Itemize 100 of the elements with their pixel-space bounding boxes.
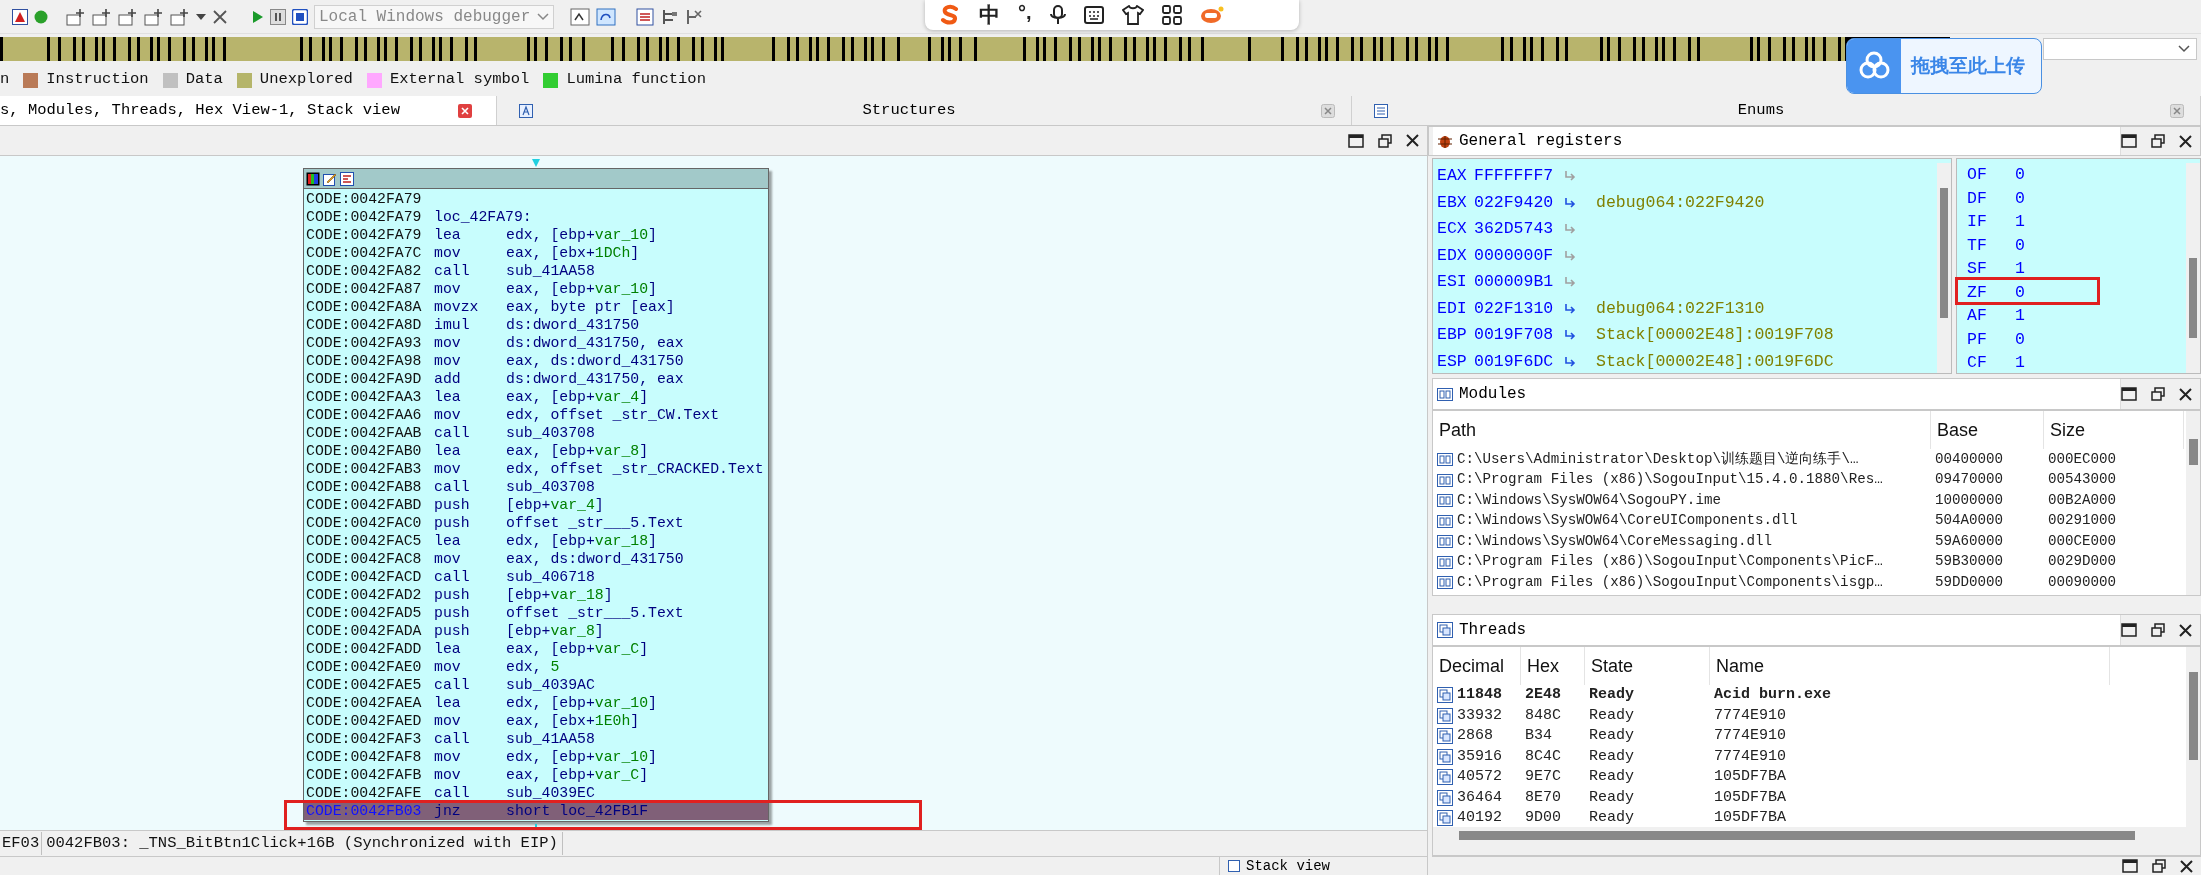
disassembly-line[interactable]: CODE:0042FAEA lea edx, [ebp+var_10] (304, 694, 768, 712)
flag-value[interactable]: 0 (2015, 163, 2025, 187)
disassembly-line[interactable]: CODE:0042FADD lea eax, [ebp+var_C] (304, 640, 768, 658)
disassembly-line[interactable]: CODE:0042FAC0 push offset _str___5.Text (304, 514, 768, 532)
disassembly-line[interactable]: CODE:0042FA79 lea edx, [ebp+var_10] (304, 226, 768, 244)
register-value[interactable]: 362D5743 (1474, 216, 1562, 243)
column-header[interactable]: Hex (1521, 647, 1585, 685)
disassembly-line[interactable]: CODE:0042FAFB mov eax, [ebp+var_C] (304, 766, 768, 784)
disassembly-line[interactable]: CODE:0042FA87 mov eax, [ebp+var_10] (304, 280, 768, 298)
disassembly-line[interactable]: CODE:0042FAED mov eax, [ebx+1E0h] (304, 712, 768, 730)
disassembly-line[interactable]: CODE:0042FADA push [ebp+var_8] (304, 622, 768, 640)
register-value[interactable]: 0019F708 (1474, 322, 1562, 349)
close-icon[interactable] (2180, 859, 2193, 873)
disassembly-line[interactable]: CODE:0042FAC8 mov eax, ds:dword_431750 (304, 550, 768, 568)
disassembly-line[interactable]: CODE:0042FA8D imul ds:dword_431750 (304, 316, 768, 334)
restore-icon[interactable] (2151, 623, 2165, 637)
close-icon[interactable] (2179, 623, 2192, 637)
scrollbar-thumb[interactable] (2189, 439, 2198, 465)
disassembly-line[interactable]: CODE:0042FA9D add ds:dword_431750, eax (304, 370, 768, 388)
flag-value[interactable]: 0 (2015, 186, 2025, 210)
disassembly-line[interactable]: CODE:0042FAA3 lea eax, [ebp+var_4] (304, 388, 768, 406)
input-mode-toggle[interactable]: 中 (979, 0, 1000, 31)
step-icon[interactable] (570, 7, 590, 26)
warning-icon[interactable] (12, 8, 28, 25)
panel-tab[interactable]: s, Modules, Threads, Hex View-1, Stack view (0, 96, 497, 125)
register-target[interactable]: Stack[00002E48]:0019F708 (1596, 322, 1834, 349)
flag-value[interactable]: 1 (2015, 304, 2025, 328)
plus-icon[interactable] (92, 7, 112, 26)
register-value[interactable]: 000009B1 (1474, 269, 1562, 296)
disassembly-line[interactable]: CODE:0042FAD5 push offset _str___5.Text (304, 604, 768, 622)
scrollbar-thumb[interactable] (1459, 831, 2135, 840)
pencil-icon[interactable] (323, 171, 337, 186)
disassembly-line[interactable]: CODE:0042FAA6 mov edx, offset _str_CW.Text (304, 406, 768, 424)
column-header[interactable]: Size (2044, 411, 2184, 449)
column-header[interactable]: Decimal (1433, 647, 1521, 685)
close-icon[interactable] (1406, 134, 1419, 147)
register-target[interactable]: debug064:022F9420 (1596, 189, 1765, 216)
disassembly-line[interactable]: CODE:0042FA79 (304, 190, 768, 208)
jump-arrow-icon[interactable] (1564, 302, 1576, 315)
microphone-icon[interactable] (1049, 5, 1066, 25)
disassembly-line[interactable]: CODE:0042FAB3 mov edx, offset _str_CRACKED.Text (304, 460, 768, 478)
maximize-icon[interactable] (2121, 387, 2137, 401)
disassembly-line[interactable]: CODE:0042FAFE call sub_4039EC (304, 784, 768, 802)
play-icon[interactable] (250, 9, 264, 24)
palette-icon[interactable] (306, 171, 320, 186)
list-icon[interactable] (1374, 103, 1388, 118)
restore-icon[interactable] (1378, 133, 1392, 148)
disassembly-line[interactable]: CODE:0042FAF3 call sub_41AA58 (304, 730, 768, 748)
flag-value[interactable]: 1 (2015, 351, 2025, 375)
flag-value[interactable]: 1 (2015, 257, 2025, 281)
jump-arrow-icon[interactable] (1564, 355, 1576, 368)
disassembly-line[interactable]: CODE:0042FACD call sub_406718 (304, 568, 768, 586)
restore-icon[interactable] (2151, 134, 2165, 148)
disassembly-line[interactable]: CODE:0042FAF8 mov edx, [ebp+var_10] (304, 748, 768, 766)
disassembly-line[interactable]: CODE:0042FA82 call sub_41AA58 (304, 262, 768, 280)
register-value[interactable]: 022F9420 (1474, 189, 1562, 216)
register-value[interactable]: 0019F6DC (1474, 348, 1562, 375)
column-header[interactable]: Name (1710, 647, 2110, 685)
scrollbar-thumb[interactable] (2189, 672, 2198, 760)
jump-arrow-icon[interactable] (1564, 329, 1576, 342)
register-value[interactable]: FFFFFFF7 (1474, 163, 1562, 190)
step-over-icon[interactable] (596, 7, 616, 26)
flag-value[interactable]: 0 (2015, 327, 2025, 351)
plus-icon[interactable] (144, 7, 164, 26)
disassembly-line[interactable]: CODE:0042FAC5 lea edx, [ebp+var_18] (304, 532, 768, 550)
register-target[interactable]: debug064:022F1310 (1596, 295, 1765, 322)
scrollbar-thumb[interactable] (2189, 258, 2197, 338)
list-icon[interactable] (636, 7, 654, 26)
plus-icon[interactable] (66, 7, 86, 26)
close-icon[interactable] (2179, 387, 2192, 401)
disassembly-line[interactable]: CODE:0042FABD push [ebp+var_4] (304, 496, 768, 514)
letter-icon[interactable] (519, 103, 533, 118)
disassembly-line[interactable]: CODE:0042FAE5 call sub_4039AC (304, 676, 768, 694)
maximize-icon[interactable] (1348, 133, 1364, 148)
keyboard-icon[interactable] (1083, 6, 1104, 24)
disassembly-line[interactable]: CODE:0042FA79 loc_42FA79: (304, 208, 768, 226)
punctuation-toggle[interactable]: °, (1018, 0, 1032, 27)
unplug-icon[interactable] (684, 7, 702, 26)
disassembly-line[interactable]: CODE:0042FA93 mov ds:dword_431750, eax (304, 334, 768, 352)
plus-icon[interactable] (170, 7, 190, 26)
flag-value[interactable]: 0 (2015, 233, 2025, 257)
disassembly-line[interactable]: CODE:0042FAB0 lea eax, [ebp+var_8] (304, 442, 768, 460)
disassembly-line[interactable]: CODE:0042FA8A movzx eax, byte ptr [eax] (304, 298, 768, 316)
column-header[interactable]: State (1585, 647, 1710, 685)
disassembly-line[interactable]: CODE:0042FAD2 push [ebp+var_18] (304, 586, 768, 604)
column-header[interactable]: Base (1931, 411, 2044, 449)
disassembly-line[interactable]: CODE:0042FAB8 call sub_403708 (304, 478, 768, 496)
flag-value[interactable]: 1 (2015, 210, 2025, 234)
close-icon[interactable] (212, 8, 228, 25)
column-header[interactable]: Path (1433, 411, 1931, 449)
stop-icon[interactable] (292, 8, 308, 25)
disassembly-line[interactable]: CODE:0042FAAB call sub_403708 (304, 424, 768, 442)
plus-icon[interactable] (118, 7, 138, 26)
flag-value[interactable]: 0 (2015, 280, 2025, 304)
disassembly-line[interactable]: CODE:0042FA7C mov eax, [ebx+1DCh] (304, 244, 768, 262)
restore-icon[interactable] (2152, 859, 2166, 873)
grid-icon[interactable] (1161, 5, 1182, 25)
scrollbar-thumb[interactable] (1940, 188, 1948, 318)
disassembly-line[interactable]: CODE:0042FAE0 mov edx, 5 (304, 658, 768, 676)
disassembly-line[interactable]: CODE:0042FA98 mov eax, ds:dword_431750 (304, 352, 768, 370)
